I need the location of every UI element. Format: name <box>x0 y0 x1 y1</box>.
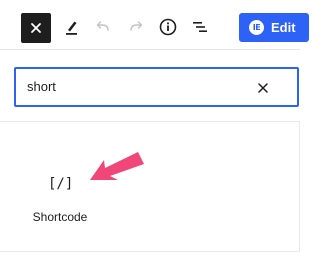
pencil-icon <box>66 21 77 35</box>
list-view-icon <box>193 22 207 32</box>
close-inserter-button[interactable] <box>21 13 51 43</box>
block-search-field[interactable] <box>14 67 299 107</box>
undo-button[interactable] <box>93 17 113 37</box>
close-icon <box>258 83 268 93</box>
info-icon <box>159 18 177 36</box>
details-button[interactable] <box>158 17 178 37</box>
redo-button[interactable] <box>126 17 146 37</box>
list-view-button[interactable] <box>190 17 210 37</box>
edit-with-elementor-button[interactable]: IE Edit <box>239 13 309 42</box>
tools-button[interactable] <box>62 17 82 37</box>
elementor-icon: IE <box>249 20 264 35</box>
undo-icon <box>96 21 109 31</box>
block-item-label: Shortcode <box>32 210 88 224</box>
close-icon <box>31 23 41 33</box>
redo-icon <box>130 21 143 31</box>
pointer-arrow-annotation <box>90 152 144 180</box>
edit-button-label: Edit <box>271 20 296 35</box>
shortcode-icon: [/] <box>48 176 74 192</box>
search-input[interactable] <box>27 69 247 105</box>
clear-search-button[interactable] <box>256 81 270 95</box>
editor-toolbar: IE Edit <box>0 0 309 50</box>
